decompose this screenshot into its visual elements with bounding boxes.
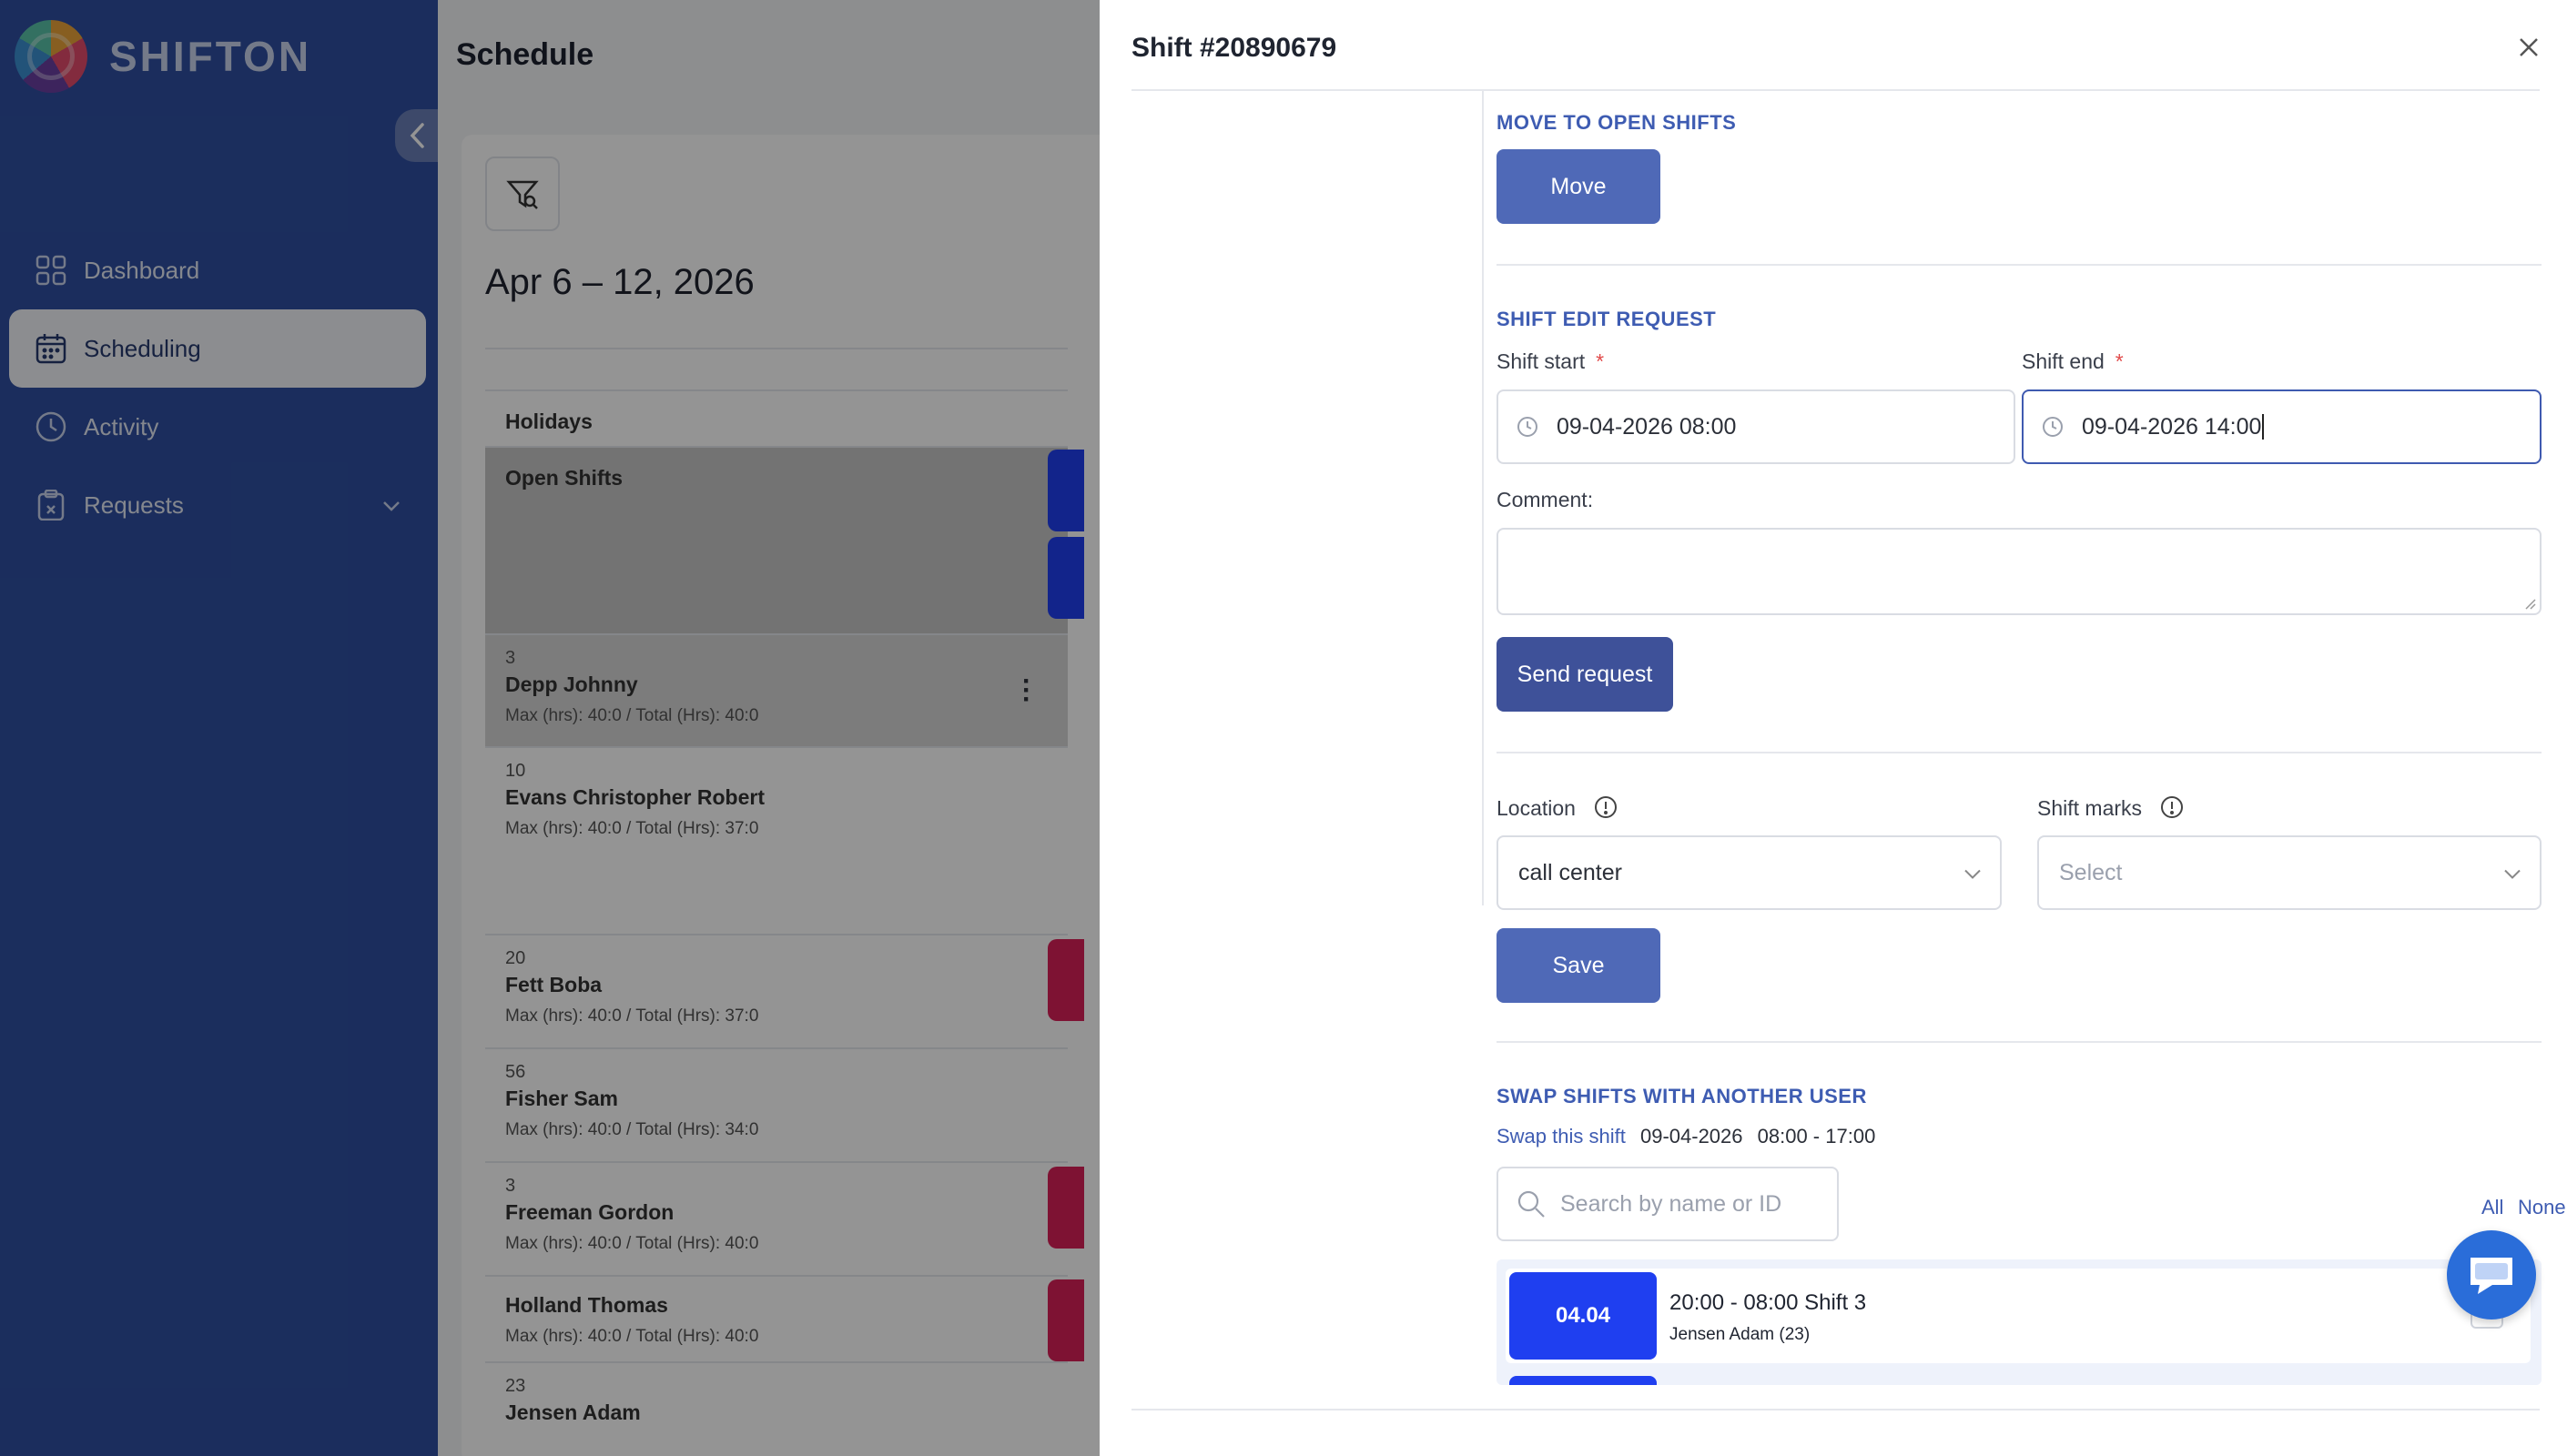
shift-end-label: Shift end * (2022, 349, 2124, 374)
swap-item-person: Jensen Adam (23) (1669, 1325, 1811, 1344)
select-none-link[interactable]: None (2518, 1196, 2566, 1219)
chat-icon (2471, 1258, 2512, 1294)
shift-drawer: Shift #20890679 MOVE TO OPEN SHIFTS Move… (1100, 0, 2567, 1456)
shift-start-label-text: Shift start (1497, 349, 1586, 373)
required-mark: * (2115, 349, 2124, 373)
save-button[interactable]: Save (1497, 928, 1660, 1003)
swap-search-input[interactable]: Search by name or ID (1497, 1167, 1839, 1241)
divider (1497, 752, 2542, 753)
swap-shift-time: 08:00 - 17:00 (1757, 1125, 1876, 1148)
shift-marks-select[interactable]: Select (2037, 835, 2542, 910)
swap-shift-date: 09-04-2026 (1639, 1125, 1743, 1148)
swap-list: 04.04 20:00 - 08:00 Shift 3 Jensen Adam … (1497, 1259, 2542, 1385)
send-request-button[interactable]: Send request (1497, 637, 1673, 712)
chat-button[interactable] (2447, 1230, 2536, 1320)
divider (1131, 1409, 2540, 1410)
date-badge: 04.04 (1509, 1272, 1657, 1360)
close-icon[interactable] (2518, 31, 2540, 66)
swap-this-shift-label: Swap this shift (1497, 1125, 1626, 1148)
search-icon (1517, 1189, 1546, 1218)
divider (1497, 1041, 2542, 1043)
comment-textarea[interactable] (1497, 528, 2542, 615)
shift-end-input[interactable]: 09-04-2026 14:00 (2022, 389, 2542, 464)
text-cursor (2262, 414, 2265, 440)
chevron-down-icon (1963, 860, 1982, 886)
shift-start-input[interactable]: 09-04-2026 08:00 (1497, 389, 2015, 464)
divider (1482, 91, 1484, 905)
required-mark: * (1596, 349, 1605, 373)
edit-request-title: SHIFT EDIT REQUEST (1497, 308, 1717, 330)
clock-icon (2042, 415, 2065, 439)
location-label: Location (1497, 795, 1618, 824)
location-value: call center (1518, 859, 1622, 885)
resize-handle-icon[interactable] (2523, 597, 2536, 610)
info-icon[interactable] (1594, 795, 1618, 824)
divider (1131, 89, 2540, 91)
shift-end-value: 09-04-2026 14:00 (2082, 413, 2262, 440)
shift-marks-label-text: Shift marks (2037, 796, 2143, 821)
shift-marks-placeholder: Select (2059, 859, 2123, 885)
location-select[interactable]: call center (1497, 835, 2002, 910)
info-icon[interactable] (2160, 795, 2184, 824)
select-all-link[interactable]: All (2481, 1196, 2503, 1219)
swap-section-title: SWAP SHIFTS WITH ANOTHER USER (1497, 1085, 1867, 1107)
swap-this-shift: Swap this shift 09-04-2026 08:00 - 17:00 (1497, 1125, 1875, 1148)
shift-end-label-text: Shift end (2022, 349, 2105, 373)
location-label-text: Location (1497, 796, 1576, 821)
clock-icon (1517, 415, 1540, 439)
search-placeholder: Search by name or ID (1560, 1190, 1782, 1217)
date-badge (1509, 1376, 1657, 1385)
shift-marks-label: Shift marks (2037, 795, 2184, 824)
modal-overlay[interactable] (0, 0, 1100, 1456)
drawer-title: Shift #20890679 (1131, 33, 1337, 63)
move-button[interactable]: Move (1497, 149, 1660, 224)
swap-item-shift: 20:00 - 08:00 Shift 3 (1669, 1290, 1867, 1315)
move-section-title: MOVE TO OPEN SHIFTS (1497, 111, 1737, 134)
shift-start-label: Shift start * (1497, 349, 1604, 374)
divider (1497, 264, 2542, 266)
list-item[interactable]: 04.04 20:00 - 08:00 Shift 3 Jensen Adam … (1506, 1269, 2531, 1363)
shift-start-value: 09-04-2026 08:00 (1557, 413, 1737, 440)
comment-label: Comment: (1497, 488, 1594, 511)
chevron-down-icon (2503, 860, 2521, 886)
